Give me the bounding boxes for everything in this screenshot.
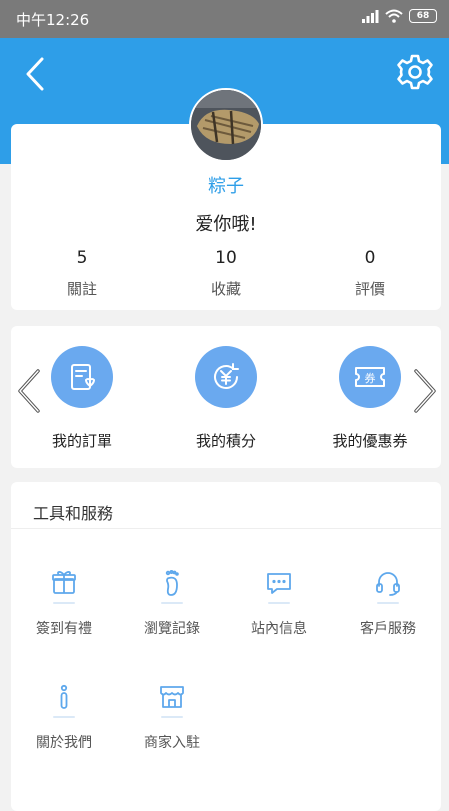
site-messages-button[interactable]: 站內信息 [229,568,329,638]
status-icons: 68 [361,9,437,23]
tool-label: 商家入駐 [144,735,200,751]
stat-label: 關註 [66,280,97,298]
coupon-circle: 券 [339,346,401,408]
order-icon [71,364,95,390]
stat-following[interactable]: 5 關註 [32,248,132,299]
coupon-icon-text: 券 [365,371,376,385]
tool-underline [53,602,75,604]
tool-label: 簽到有禮 [36,621,92,637]
points-icon [214,363,239,389]
message-icon [267,573,291,594]
store-icon [160,686,184,708]
tool-underline [161,716,183,718]
order-circle [51,346,113,408]
settings-button[interactable] [395,52,435,92]
wifi-icon [385,9,403,23]
tools-title: 工具和服務 [33,504,114,523]
stat-label: 收藏 [210,280,241,298]
points-circle [195,346,257,408]
stat-value: 0 [364,248,376,268]
footprint-icon [165,570,179,596]
merchant-join-button[interactable]: 商家入駐 [122,682,222,752]
tools-card: 工具和服務 簽到有禮 瀏覽記錄 站內信息 客戶服務 關於我們 商家入駐 [11,482,441,811]
stat-favorites[interactable]: 10 收藏 [176,248,276,299]
headset-icon [376,572,400,596]
tool-underline [377,602,399,604]
shortcut-label: 我的積分 [195,432,256,450]
my-points-button[interactable]: 我的積分 [166,346,286,451]
customer-service-button[interactable]: 客戶服務 [338,568,438,638]
coupon-icon: 券 [355,367,385,387]
about-us-button[interactable]: 關於我們 [14,682,114,752]
tool-label: 瀏覽記錄 [144,621,200,637]
stat-value: 10 [215,248,237,268]
tool-label: 關於我們 [36,735,92,751]
chevron-left-icon [26,57,44,91]
divider [11,528,441,529]
back-button[interactable] [18,54,54,94]
status-bar: 中午12:26 68 [0,0,449,38]
shortcut-card: 我的訂單 我的積分 券 我的優惠券 [11,326,441,468]
shortcut-label: 我的優惠券 [332,432,408,450]
stat-label: 評價 [354,280,385,298]
user-signature: 爱你哦! [195,214,257,235]
check-in-gift-button[interactable]: 簽到有禮 [14,568,114,638]
gear-icon [397,54,433,90]
carousel-next-button[interactable] [410,368,440,414]
shortcut-label: 我的訂單 [51,432,112,450]
browsing-history-button[interactable]: 瀏覽記錄 [122,568,222,638]
tool-underline [53,716,75,718]
avatar[interactable] [189,88,263,162]
battery-icon: 68 [409,9,437,23]
username[interactable]: 粽子 [11,172,441,198]
avatar-image [191,90,261,160]
info-icon [60,684,68,709]
chevron-left-icon [18,369,40,413]
tool-underline [268,602,290,604]
signal-icon [362,10,379,23]
chevron-right-icon [414,369,436,413]
stat-value: 5 [76,248,88,268]
tool-label: 站內信息 [251,621,307,637]
tool-underline [161,602,183,604]
tool-label: 客戶服務 [360,621,416,637]
carousel-prev-button[interactable] [14,368,44,414]
gift-icon [52,571,76,594]
stat-reviews[interactable]: 0 評價 [320,248,420,299]
status-time: 中午12:26 [16,11,90,29]
